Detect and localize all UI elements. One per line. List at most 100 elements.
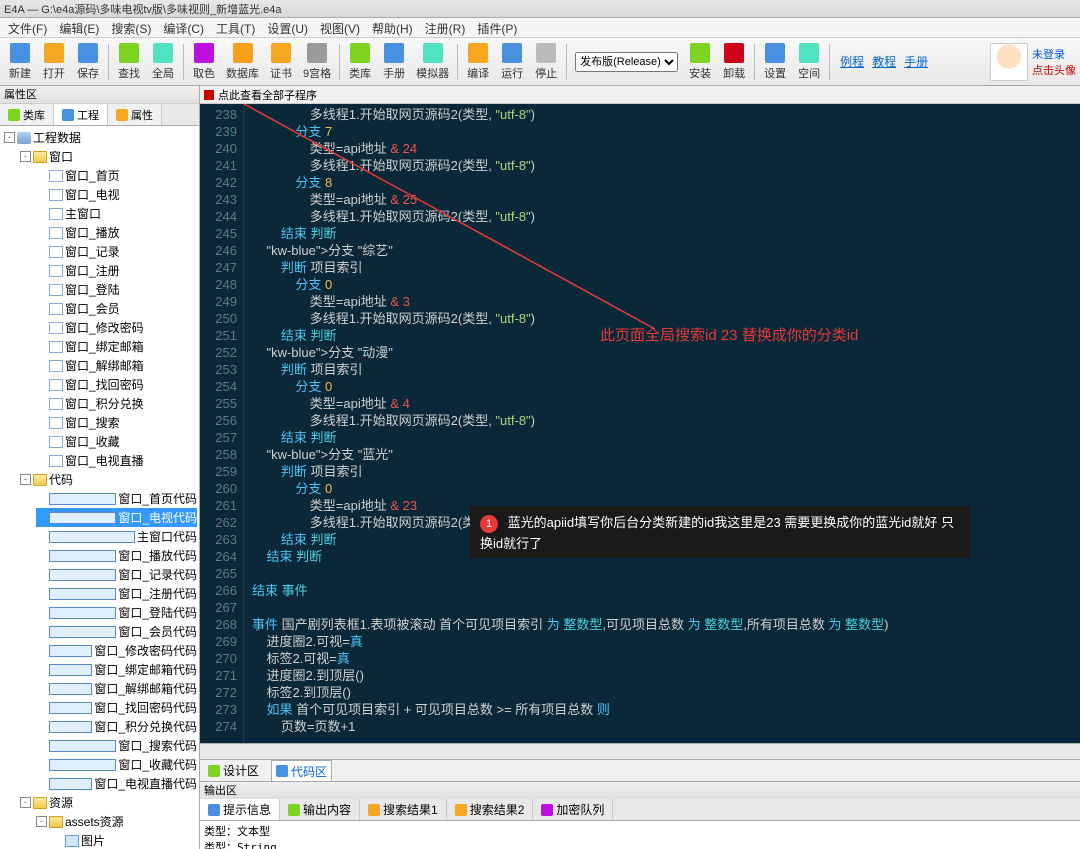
- toolbar-icon: [765, 43, 785, 63]
- menu-item[interactable]: 搜索(S): [105, 18, 157, 37]
- left-tab[interactable]: 类库: [0, 104, 54, 125]
- tree-item[interactable]: 窗口_登陆代码: [36, 603, 197, 622]
- tree-item[interactable]: -工程数据: [4, 128, 197, 147]
- toolbar-全局[interactable]: 全局: [147, 41, 179, 83]
- expand-icon[interactable]: -: [20, 474, 31, 485]
- tree-item[interactable]: 窗口_电视直播: [36, 451, 197, 470]
- menu-item[interactable]: 插件(P): [471, 18, 523, 37]
- tree-item[interactable]: 窗口_播放代码: [36, 546, 197, 565]
- menu-item[interactable]: 文件(F): [2, 18, 53, 37]
- tree-item[interactable]: 窗口_首页: [36, 166, 197, 185]
- toolbar-手册[interactable]: 手册: [378, 41, 410, 83]
- tree-item[interactable]: 窗口_修改密码: [36, 318, 197, 337]
- tree-item[interactable]: 窗口_电视: [36, 185, 197, 204]
- tab-design[interactable]: 设计区: [204, 760, 263, 781]
- toolbar-打开[interactable]: 打开: [38, 41, 70, 83]
- output-tab[interactable]: 搜索结果1: [360, 799, 447, 820]
- horizontal-scrollbar[interactable]: [200, 743, 1080, 759]
- page-icon: [49, 227, 63, 239]
- tree-item[interactable]: 窗口_找回密码代码: [36, 698, 197, 717]
- code-icon: [49, 626, 116, 638]
- menu-item[interactable]: 设置(U): [261, 18, 314, 37]
- tree-item[interactable]: 窗口_注册: [36, 261, 197, 280]
- tree-item[interactable]: 窗口_修改密码代码: [36, 641, 197, 660]
- tree-item[interactable]: 窗口_电视直播代码: [36, 774, 197, 793]
- expand-icon[interactable]: -: [4, 132, 15, 143]
- menu-item[interactable]: 注册(R): [419, 18, 472, 37]
- tree-item[interactable]: 窗口_找回密码: [36, 375, 197, 394]
- toolbar-取色[interactable]: 取色: [188, 41, 220, 83]
- toolbar-模拟器[interactable]: 模拟器: [412, 41, 453, 83]
- expand-icon[interactable]: -: [36, 816, 47, 827]
- tree-item[interactable]: 窗口_搜索代码: [36, 736, 197, 755]
- tree-item[interactable]: 窗口_登陆: [36, 280, 197, 299]
- menu-item[interactable]: 视图(V): [314, 18, 366, 37]
- toolbar-证书[interactable]: 证书: [265, 41, 297, 83]
- toolbar-新建[interactable]: 新建: [4, 41, 36, 83]
- tree-item[interactable]: 窗口_搜索: [36, 413, 197, 432]
- toolbar-停止[interactable]: 停止: [530, 41, 562, 83]
- toolbar-保存[interactable]: 保存: [72, 41, 104, 83]
- tree-item[interactable]: 主窗口: [36, 204, 197, 223]
- menu-item[interactable]: 编辑(E): [53, 18, 105, 37]
- output-tab[interactable]: 输出内容: [280, 799, 360, 820]
- project-tree[interactable]: -工程数据-窗口窗口_首页窗口_电视主窗口窗口_播放窗口_记录窗口_注册窗口_登…: [0, 126, 199, 849]
- tree-item[interactable]: 窗口_会员代码: [36, 622, 197, 641]
- menu-item[interactable]: 编译(C): [157, 18, 210, 37]
- tree-item[interactable]: 主窗口代码: [36, 527, 197, 546]
- menu-item[interactable]: 帮助(H): [366, 18, 419, 37]
- toolbar-查找[interactable]: 查找: [113, 41, 145, 83]
- toolbar-运行[interactable]: 运行: [496, 41, 528, 83]
- output-tab[interactable]: 提示信息: [200, 799, 280, 820]
- tab-code[interactable]: 代码区: [271, 760, 332, 782]
- tree-item[interactable]: 窗口_积分兑换代码: [36, 717, 197, 736]
- tab-icon: [288, 804, 300, 816]
- toolbar-空间[interactable]: 空间: [793, 41, 825, 83]
- toolbar-icon: [384, 43, 404, 63]
- left-tab[interactable]: 工程: [54, 104, 108, 125]
- avatar[interactable]: [990, 43, 1028, 81]
- expand-icon[interactable]: -: [20, 151, 31, 162]
- tree-item[interactable]: -代码: [20, 470, 197, 489]
- toolbar-类库[interactable]: 类库: [344, 41, 376, 83]
- tree-item[interactable]: -assets资源: [36, 812, 197, 831]
- toolbar-link[interactable]: 例程: [840, 53, 864, 70]
- tree-item[interactable]: 窗口_记录: [36, 242, 197, 261]
- tree-item[interactable]: 窗口_收藏: [36, 432, 197, 451]
- toolbar-link[interactable]: 手册: [904, 53, 928, 70]
- tree-item[interactable]: 窗口_绑定邮箱代码: [36, 660, 197, 679]
- left-tab[interactable]: 属性: [108, 104, 162, 125]
- code-editor[interactable]: 238 239 240 241 242 243 244 245 246 247 …: [200, 104, 1080, 743]
- code-body[interactable]: 多线程1.开始取网页源码2(类型, "utf-8") 分支 7 类型=api地址…: [244, 104, 1080, 743]
- tree-item[interactable]: 窗口_会员: [36, 299, 197, 318]
- code-icon: [49, 512, 116, 524]
- tree-item[interactable]: 窗口_解绑邮箱代码: [36, 679, 197, 698]
- code-icon: [49, 588, 116, 600]
- release-select[interactable]: 发布版(Release): [575, 52, 678, 72]
- toolbar-安装[interactable]: 安装: [684, 41, 716, 83]
- tree-item[interactable]: 窗口_积分兑换: [36, 394, 197, 413]
- toolbar-数据库[interactable]: 数据库: [222, 41, 263, 83]
- output-tab[interactable]: 搜索结果2: [447, 799, 534, 820]
- tree-item[interactable]: 窗口_电视代码: [36, 508, 197, 527]
- tree-item[interactable]: 窗口_播放: [36, 223, 197, 242]
- tree-item[interactable]: 窗口_首页代码: [36, 489, 197, 508]
- tree-item[interactable]: -窗口: [20, 147, 197, 166]
- tree-item[interactable]: 窗口_注册代码: [36, 584, 197, 603]
- tree-item[interactable]: -资源: [20, 793, 197, 812]
- page-icon: [49, 379, 63, 391]
- toolbar-link[interactable]: 教程: [872, 53, 896, 70]
- toolbar-卸载[interactable]: 卸载: [718, 41, 750, 83]
- tree-item[interactable]: 窗口_绑定邮箱: [36, 337, 197, 356]
- toolbar-编译[interactable]: 编译: [462, 41, 494, 83]
- tree-item[interactable]: 窗口_收藏代码: [36, 755, 197, 774]
- toolbar-9宫格[interactable]: 9宫格: [299, 41, 335, 83]
- expand-icon[interactable]: -: [20, 797, 31, 808]
- menu-item[interactable]: 工具(T): [210, 18, 261, 37]
- breadcrumb-bar[interactable]: 点此查看全部子程序: [200, 86, 1080, 104]
- tree-item[interactable]: 图片: [52, 831, 197, 849]
- tree-item[interactable]: 窗口_记录代码: [36, 565, 197, 584]
- tree-item[interactable]: 窗口_解绑邮箱: [36, 356, 197, 375]
- toolbar-设置[interactable]: 设置: [759, 41, 791, 83]
- output-tab[interactable]: 加密队列: [533, 799, 613, 820]
